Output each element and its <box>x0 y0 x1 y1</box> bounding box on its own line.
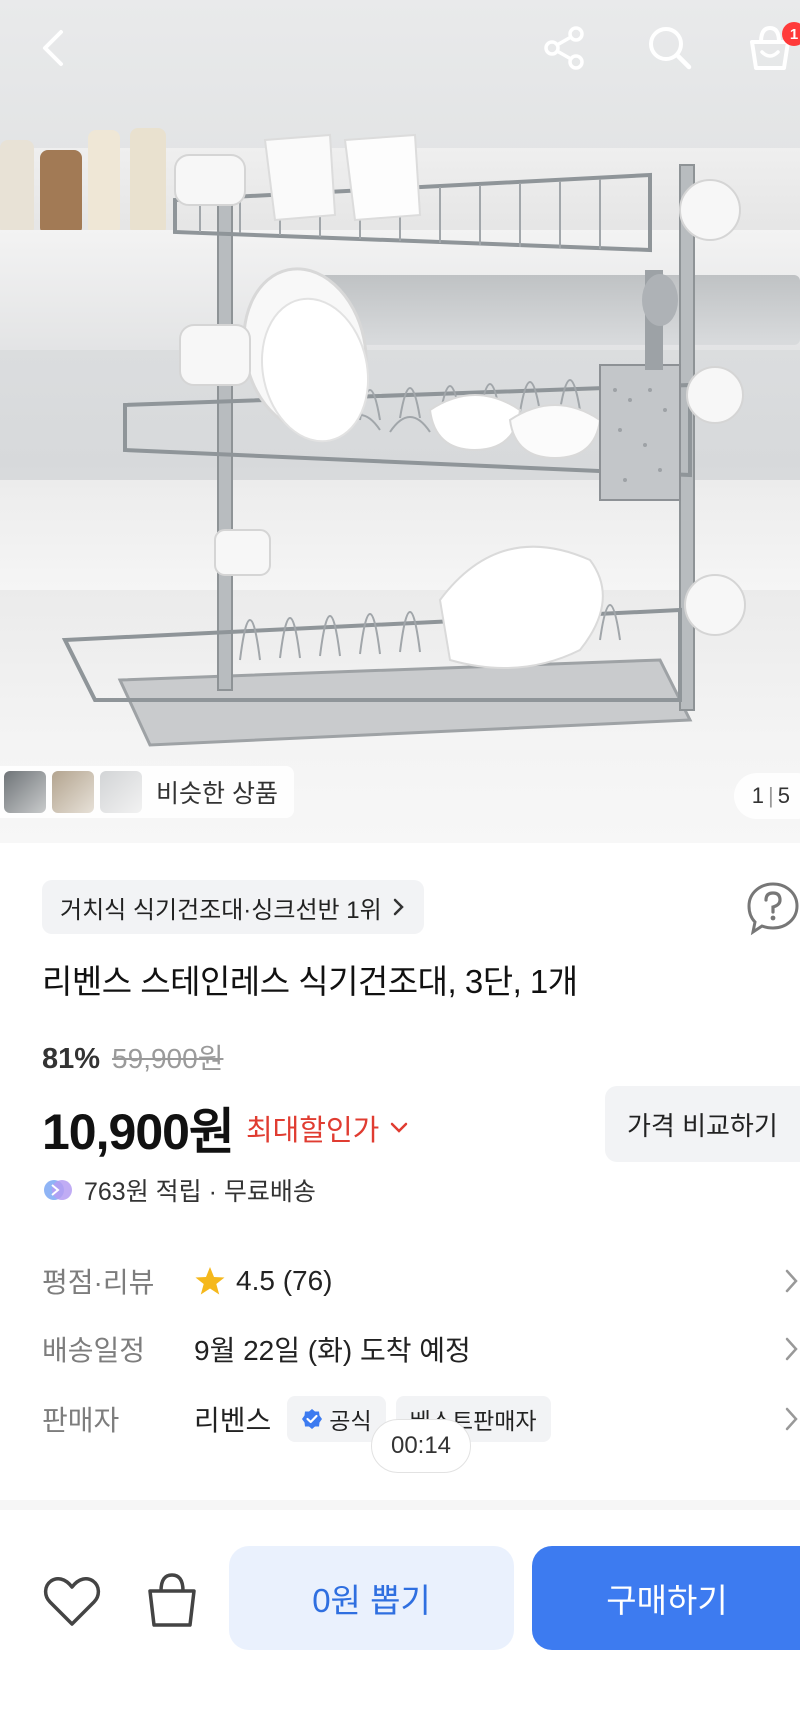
rating-value-group: 4.5 (76) <box>194 1265 333 1297</box>
timer-pill: 00:14 <box>371 1419 471 1473</box>
rating-value: 4.5 (76) <box>236 1265 333 1296</box>
official-badge: 공식 <box>287 1396 386 1442</box>
search-icon <box>649 27 692 70</box>
chevron-right-icon <box>785 1337 798 1361</box>
search-button[interactable] <box>640 18 700 78</box>
rating-label: 평점·리뷰 <box>42 1267 155 1298</box>
category-ranking-label: 거치식 식기건조대·싱크선반 1위 <box>60 896 382 924</box>
share-button[interactable] <box>534 18 594 78</box>
similar-thumbnail <box>52 771 94 813</box>
category-ranking-chip[interactable]: 거치식 식기건조대·싱크선반 1위 <box>42 880 424 934</box>
help-button[interactable] <box>745 880 800 936</box>
seller-name: 리벤스 <box>194 1405 272 1436</box>
add-to-cart-button[interactable] <box>140 1568 204 1632</box>
chevron-right-icon <box>393 898 404 916</box>
shopping-bag-icon <box>148 1573 196 1627</box>
price-row: 10,900원 최대할인가 <box>42 1092 409 1164</box>
back-arrow-icon <box>43 30 63 66</box>
wishlist-button[interactable] <box>40 1570 104 1634</box>
similar-products-label: 비슷한 상품 <box>156 780 278 808</box>
points-shipping-text: 763원 적립 · 무료배송 <box>84 1178 316 1206</box>
dish-rack-illustration <box>61 133 746 747</box>
shipping-schedule-row[interactable]: 배송일정 9월 22일 (화) 도착 예정 <box>42 1321 800 1377</box>
seller-label: 판매자 <box>42 1405 120 1436</box>
chevron-down-icon <box>391 1122 408 1133</box>
section-divider <box>0 1500 800 1510</box>
similar-products-button[interactable]: 비슷한 상품 <box>0 766 294 818</box>
product-image-gallery[interactable]: 1 비슷한 상품 1 | 5 <box>0 0 800 843</box>
heart-icon <box>43 1577 101 1626</box>
points-shipping-row: 763원 적립 · 무료배송 <box>42 1172 316 1208</box>
max-discount-toggle[interactable]: 최대할인가 <box>246 1107 409 1149</box>
image-counter-separator: | <box>768 783 774 808</box>
image-counter-current: 1 <box>751 783 765 808</box>
points-coin-icon <box>44 1180 72 1200</box>
price-compare-button[interactable]: 가격 비교하기 <box>605 1086 800 1162</box>
official-badge-label: 공식 <box>329 1408 372 1434</box>
top-navigation: 1 <box>0 0 800 100</box>
shipping-label: 배송일정 <box>42 1335 146 1366</box>
image-counter-total: 5 <box>777 783 790 808</box>
discount-percentage: 81% <box>42 1043 101 1075</box>
bottom-action-bar: 0원 뽑기 구매하기 <box>0 1510 800 1723</box>
max-discount-label: 최대할인가 <box>245 1115 380 1147</box>
product-title: 리벤스 스테인레스 식기건조대, 3단, 1개 <box>42 963 578 1000</box>
share-icon <box>544 26 584 70</box>
discount-row: 81% 59,900원 <box>42 1037 223 1077</box>
buy-now-button[interactable]: 구매하기 <box>532 1546 800 1650</box>
cart-count-badge: 1 <box>782 22 800 46</box>
similar-thumbnail <box>4 771 46 813</box>
free-draw-button[interactable]: 0원 뽑기 <box>229 1546 514 1650</box>
sale-price: 10,900원 <box>42 1104 235 1160</box>
question-bubble-icon <box>747 882 799 936</box>
original-price: 59,900원 <box>112 1043 224 1074</box>
chevron-right-icon <box>785 1269 798 1293</box>
chevron-right-icon <box>785 1407 798 1431</box>
shipping-value: 9월 22일 (화) 도착 예정 <box>194 1335 471 1366</box>
verified-check-icon <box>302 1409 323 1429</box>
cart-button[interactable]: 1 <box>740 18 800 78</box>
similar-thumbnail <box>100 771 142 813</box>
image-counter: 1 | 5 <box>733 773 800 819</box>
star-icon <box>195 1267 225 1295</box>
rating-review-row[interactable]: 평점·리뷰 4.5 (76) <box>42 1253 800 1309</box>
back-button[interactable] <box>24 18 84 78</box>
